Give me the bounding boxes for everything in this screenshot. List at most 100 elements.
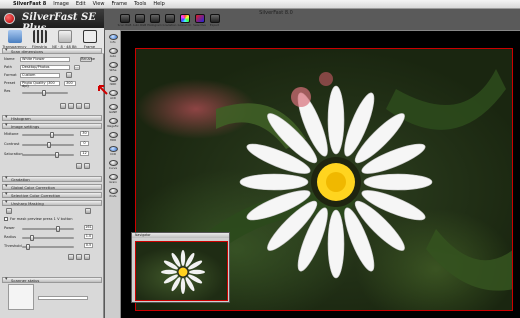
top-tool-label: Global CC	[177, 23, 192, 27]
top-tool-gradation[interactable]: Gradation	[162, 14, 177, 30]
section-scan-dimensions[interactable]: Scan dimensions	[2, 48, 102, 54]
slider-knob[interactable]	[47, 142, 51, 148]
top-tool-scan[interactable]: Scan RGB	[117, 14, 132, 30]
tool-button-4[interactable]	[84, 103, 90, 109]
row-label: Path	[4, 65, 12, 69]
tool-prefs[interactable]: Prefs	[107, 188, 119, 198]
power-value[interactable]: 161	[84, 225, 93, 230]
navigator-panel[interactable]: Navigator	[131, 232, 230, 303]
silverfast-logo-icon	[4, 13, 15, 24]
section-histogram[interactable]: Histogram	[2, 115, 102, 121]
menu-view[interactable]: View	[93, 1, 105, 7]
menu-tools[interactable]: Tools	[134, 1, 146, 7]
row-radius: Radius	[4, 234, 20, 240]
name-field[interactable]: White Flower	[20, 56, 70, 62]
section-image-settings[interactable]: Image settings	[2, 123, 102, 129]
usm-tool-2[interactable]	[76, 254, 82, 260]
reset-button[interactable]	[76, 163, 82, 169]
tool-button-2[interactable]	[68, 103, 74, 109]
tool-auto[interactable]: Auto	[107, 48, 119, 58]
menu-image[interactable]: Image	[53, 1, 69, 7]
row-label: Contrast	[4, 142, 20, 146]
menu-app-name[interactable]: SilverFast 8	[13, 1, 46, 7]
slider-knob[interactable]	[56, 226, 60, 232]
tool-button-3[interactable]	[76, 103, 82, 109]
tool-label: CCR	[110, 152, 116, 156]
usm-eye-icon[interactable]	[85, 208, 91, 214]
usm-tool-3[interactable]	[84, 254, 90, 260]
section-global-color[interactable]: Global Color Correction	[2, 184, 102, 190]
tool-button-1[interactable]	[60, 103, 66, 109]
tool-ccr[interactable]: CCR	[107, 146, 119, 156]
section-selective-color[interactable]: Selective Color Correction	[2, 192, 102, 198]
rename-button[interactable]: Rename	[80, 56, 95, 62]
frame-icon	[82, 30, 97, 43]
tool-curve[interactable]: Curve	[107, 160, 119, 170]
tool-label: Info	[110, 40, 116, 44]
tool-acr[interactable]: ACR	[107, 90, 119, 100]
row-usm-checkbox[interactable]: For mask preview press 1 V button	[4, 216, 73, 222]
pointer-arrow-icon	[98, 85, 108, 95]
slider-knob[interactable]	[30, 235, 34, 241]
resolution-field[interactable]: 300	[64, 80, 76, 86]
slider-knob[interactable]	[26, 244, 30, 250]
apply-button[interactable]	[84, 163, 90, 169]
progress-bar	[38, 296, 88, 300]
slider-knob[interactable]	[55, 152, 59, 158]
saturation-value[interactable]: 12	[80, 151, 89, 156]
tool-negafix[interactable]: NegaFix	[107, 118, 119, 128]
format-select[interactable]: Custom	[20, 72, 60, 78]
row-label: Name	[4, 57, 15, 61]
path-field[interactable]: Desktop/Photos	[20, 64, 70, 70]
top-tool-selective[interactable]: Selective	[192, 14, 207, 30]
contrast-value[interactable]: 0	[80, 141, 89, 146]
color-wheel-icon	[179, 14, 190, 23]
usm-tool-1[interactable]	[68, 254, 74, 260]
slider-knob[interactable]	[42, 90, 46, 96]
section-scanner-status[interactable]: Scanner status	[2, 277, 102, 283]
top-tool-expert[interactable]: Expert	[207, 14, 222, 30]
contrast-slider[interactable]	[22, 142, 74, 148]
mask-preview-checkbox[interactable]	[4, 217, 8, 221]
preset-select[interactable]: Photo Quality (300 dpi)	[20, 80, 60, 87]
tool-strip: Info Auto WiSe iSRD ACR GANE NegaFix HDR…	[105, 30, 121, 318]
radius-value[interactable]: 1.0	[84, 234, 93, 239]
midtone-slider[interactable]	[22, 132, 74, 138]
navigator-thumbnail[interactable]	[135, 241, 228, 301]
tool-info[interactable]: Info	[107, 34, 119, 44]
row-contrast: Contrast	[4, 141, 20, 147]
tool-label: Auto	[109, 54, 117, 58]
menu-help[interactable]: Help	[153, 1, 164, 7]
midtone-value[interactable]: 30	[80, 131, 89, 136]
saturation-slider[interactable]	[22, 152, 74, 158]
expert-icon	[209, 14, 220, 23]
slider-knob[interactable]	[50, 132, 54, 138]
resolution-slider[interactable]	[22, 90, 68, 96]
threshold-slider[interactable]	[22, 244, 74, 250]
transparency-icon	[7, 30, 22, 43]
menu-frame[interactable]: Frame	[111, 1, 127, 7]
tool-isrd[interactable]: iSRD	[107, 76, 119, 86]
top-tool-bar: Scan RGB Auto RGB Histogram Gradation Gl…	[117, 14, 247, 30]
row-label: Saturation	[4, 152, 23, 156]
radius-slider[interactable]	[22, 235, 74, 241]
top-tool-label: Gradation	[162, 23, 177, 27]
lock-icon[interactable]	[66, 72, 72, 78]
top-tool-global-cc[interactable]: Global CC	[177, 14, 192, 30]
top-tool-auto[interactable]: Auto RGB	[132, 14, 147, 30]
top-tool-histogram[interactable]: Histogram	[147, 14, 162, 30]
browse-button[interactable]: ...	[74, 64, 80, 70]
section-gradation[interactable]: Gradation	[2, 176, 102, 182]
threshold-value[interactable]: 0.5	[84, 243, 93, 248]
row-label: Preset	[4, 81, 16, 85]
usm-mode-button[interactable]	[6, 208, 12, 214]
menu-edit[interactable]: Edit	[76, 1, 86, 7]
tool-wise[interactable]: WiSe	[107, 62, 119, 72]
histogram-icon	[149, 14, 160, 23]
row-label: Power	[4, 226, 15, 230]
tool-grain[interactable]: Grain	[107, 174, 119, 184]
power-slider[interactable]	[22, 226, 74, 232]
tool-hdr[interactable]: HDR	[107, 132, 119, 142]
tool-gane[interactable]: GANE	[107, 104, 119, 114]
section-unsharp-masking[interactable]: Unsharp Masking	[2, 200, 102, 206]
